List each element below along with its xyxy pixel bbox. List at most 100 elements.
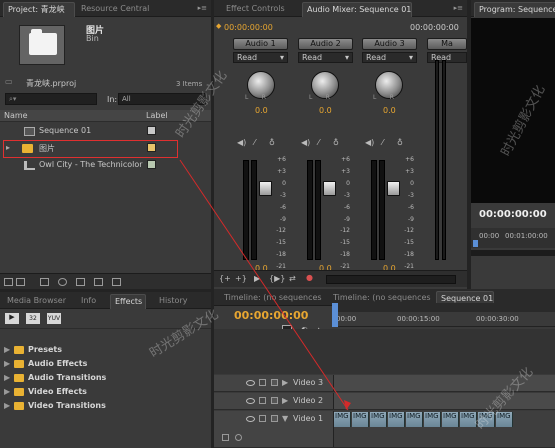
tab-timeline-1[interactable]: Timeline: (no sequences) xyxy=(220,291,322,306)
project-item-audio[interactable]: Owl City - The Technicolor xyxy=(0,157,211,174)
track-expand-icon[interactable]: ▶ xyxy=(282,378,288,387)
record-icon[interactable]: ♁ xyxy=(397,138,403,147)
effects-category-audio-effects[interactable]: ▶ Audio Effects xyxy=(4,357,87,371)
lock-icon[interactable] xyxy=(259,379,266,386)
video-clip[interactable]: IMG xyxy=(424,412,441,427)
panel-menu-icon[interactable]: ▸≡ xyxy=(454,4,463,12)
mute-icon[interactable]: ◀) xyxy=(237,138,246,147)
automation-select-2[interactable]: Read ▾ xyxy=(298,52,353,63)
folder-icon xyxy=(14,388,24,396)
lock-icon[interactable] xyxy=(259,415,266,422)
track-name: Video 1 xyxy=(293,414,324,423)
accelerated-icon[interactable]: ▶ xyxy=(5,313,19,324)
pan-value-1[interactable]: 0.0 xyxy=(255,106,268,115)
channel-name-master[interactable]: Ma xyxy=(427,38,467,50)
sync-lock-icon[interactable] xyxy=(271,379,278,386)
db-tick: +6 xyxy=(341,156,350,163)
solo-icon[interactable]: ⁄ xyxy=(382,138,383,147)
tab-audio-mixer[interactable]: Audio Mixer: Sequence 01 xyxy=(302,2,412,17)
play-in-out-icon[interactable]: {▶} xyxy=(269,274,285,283)
track-expand-icon[interactable]: ▶ xyxy=(282,396,288,405)
mute-icon[interactable]: ◀) xyxy=(301,138,310,147)
program-timecode[interactable]: 00:00:00:00 xyxy=(479,209,547,220)
go-to-out-icon[interactable]: +} xyxy=(235,274,247,283)
video-clip[interactable]: IMG xyxy=(352,412,369,427)
tab-media-browser[interactable]: Media Browser xyxy=(3,294,71,309)
play-icon[interactable]: ▶ xyxy=(254,274,260,283)
effects-category-video-transitions[interactable]: ▶ Video Transitions xyxy=(4,399,106,413)
program-zoom-bar[interactable] xyxy=(471,250,555,256)
keyframe-toggle-icon[interactable] xyxy=(235,434,242,441)
master-meter-right xyxy=(442,60,446,260)
mixer-timecode-left[interactable]: 00:00:00:00 xyxy=(224,23,273,32)
effects-category-audio-transitions[interactable]: ▶ Audio Transitions xyxy=(4,371,106,385)
program-playhead[interactable] xyxy=(473,240,478,247)
find-icon[interactable] xyxy=(58,278,67,286)
record-icon[interactable]: ♁ xyxy=(269,138,275,147)
solo-icon[interactable]: ⁄ xyxy=(318,138,319,147)
automate-icon[interactable] xyxy=(40,278,49,286)
db-scale-3: +6+30-3-6-9-12-15-18-21-30-∞ xyxy=(398,154,414,289)
icon-view-icon[interactable] xyxy=(16,278,25,286)
video-clip[interactable]: IMG xyxy=(406,412,423,427)
col-name[interactable]: Name xyxy=(4,111,28,120)
lock-icon[interactable] xyxy=(259,397,266,404)
track-name: Video 2 xyxy=(293,396,324,405)
pan-value-2[interactable]: 0.0 xyxy=(319,106,332,115)
mute-icon[interactable]: ◀) xyxy=(365,138,374,147)
eye-icon[interactable] xyxy=(246,398,255,404)
tab-project[interactable]: Project: 青龙峡 xyxy=(3,2,75,17)
automation-select-master[interactable]: Read xyxy=(427,52,467,63)
automation-select-1[interactable]: Read ▾ xyxy=(233,52,288,63)
tab-program[interactable]: Program: Sequence xyxy=(474,2,555,17)
go-to-in-icon[interactable]: {+ xyxy=(219,274,231,283)
audio-mixer-panel: Effect Controls Audio Mixer: Sequence 01… xyxy=(214,0,467,289)
tab-resource-central[interactable]: Resource Central xyxy=(77,2,157,17)
work-area-bar[interactable] xyxy=(334,303,555,312)
channel-name-audio-3[interactable]: Audio 3 xyxy=(362,38,417,50)
db-tick: -3 xyxy=(280,191,286,199)
32bit-icon[interactable]: 32 xyxy=(26,313,40,324)
tab-effect-controls[interactable]: Effect Controls xyxy=(222,2,298,17)
new-bin-icon[interactable] xyxy=(76,278,85,286)
record-icon[interactable]: ♁ xyxy=(333,138,339,147)
eye-icon[interactable] xyxy=(246,380,255,386)
track-expand-icon[interactable]: ▼ xyxy=(282,414,288,423)
record-button-icon[interactable]: ● xyxy=(306,273,313,282)
mixer-scrollbar[interactable] xyxy=(326,275,456,284)
panel-menu-icon[interactable]: ▸≡ xyxy=(198,4,207,12)
display-style-icon[interactable] xyxy=(222,434,229,441)
channel-name-audio-2[interactable]: Audio 2 xyxy=(298,38,353,50)
effects-category-video-effects[interactable]: ▶ Video Effects xyxy=(4,385,87,399)
tab-effects[interactable]: Effects xyxy=(110,294,146,309)
timeline-ruler[interactable]: 00:00 00:00:15:00 00:00:30:00 xyxy=(332,303,555,327)
timeline-playhead[interactable] xyxy=(332,303,338,327)
new-item-icon[interactable] xyxy=(94,278,103,286)
video-clip[interactable]: IMG xyxy=(334,412,351,427)
loop-icon[interactable]: ⇄ xyxy=(289,274,296,283)
project-tab-bar: Project: 青龙峡 Resource Central ▸≡ xyxy=(0,0,211,17)
tab-info[interactable]: Info xyxy=(77,294,103,309)
search-input[interactable]: ⌕▾ xyxy=(5,93,97,105)
solo-icon[interactable]: ⁄ xyxy=(254,138,255,147)
tab-history[interactable]: History xyxy=(155,294,190,309)
yuv-icon[interactable]: YUV xyxy=(47,313,61,324)
pan-value-3[interactable]: 0.0 xyxy=(383,106,396,115)
timeline-timecode[interactable]: 00:00:00:00 xyxy=(234,309,308,322)
sync-lock-icon[interactable] xyxy=(271,397,278,404)
eye-icon[interactable] xyxy=(246,416,255,422)
delete-icon[interactable] xyxy=(112,278,121,286)
list-view-icon[interactable] xyxy=(4,278,13,286)
effects-category-presets[interactable]: ▶ Presets xyxy=(4,343,62,357)
track-body[interactable] xyxy=(334,393,555,409)
db-tick: -18 xyxy=(276,251,286,259)
automation-select-3[interactable]: Read ▾ xyxy=(362,52,417,63)
sync-lock-icon[interactable] xyxy=(271,415,278,422)
video-clip[interactable]: IMG xyxy=(442,412,459,427)
video-clip[interactable]: IMG xyxy=(370,412,387,427)
level-meter-2 xyxy=(307,160,313,260)
track-name: Video 3 xyxy=(293,378,324,387)
col-label[interactable]: Label xyxy=(146,111,168,120)
video-clip[interactable]: IMG xyxy=(388,412,405,427)
channel-name-audio-1[interactable]: Audio 1 xyxy=(233,38,288,50)
